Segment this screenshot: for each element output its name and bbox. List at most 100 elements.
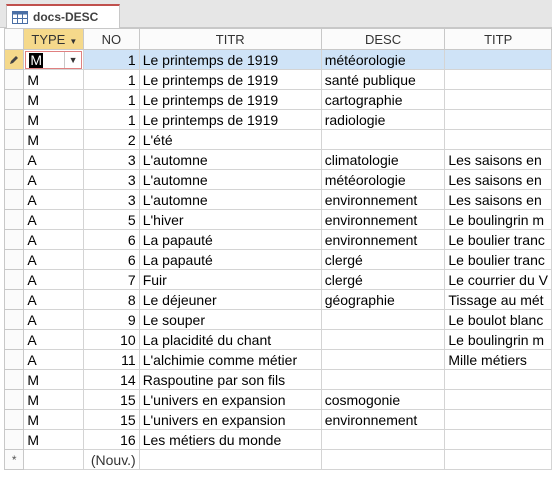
chevron-down-icon[interactable]: ▼: [64, 51, 81, 68]
titr-cell[interactable]: La papauté: [138, 249, 322, 270]
no-cell[interactable]: 14: [83, 369, 140, 390]
type-cell[interactable]: M: [23, 429, 85, 450]
desc-cell[interactable]: météorologie: [320, 169, 446, 190]
titr-cell[interactable]: L'alchimie comme métier: [138, 349, 322, 370]
titp-cell[interactable]: Le boulier tranc: [444, 229, 552, 250]
desc-cell[interactable]: cosmogonie: [320, 389, 446, 410]
record-selector[interactable]: [3, 129, 25, 150]
record-selector[interactable]: [3, 389, 25, 410]
no-cell[interactable]: 8: [83, 289, 140, 310]
titp-cell[interactable]: [444, 89, 552, 110]
titp-cell[interactable]: Le courrier du V: [444, 269, 552, 290]
titp-cell[interactable]: [444, 49, 552, 70]
new-record-marker[interactable]: *: [3, 449, 25, 470]
desc-cell[interactable]: cartographie: [320, 89, 446, 110]
titp-cell[interactable]: Les saisons en: [444, 149, 552, 170]
type-cell[interactable]: A: [23, 149, 85, 170]
tab-docs-desc[interactable]: docs-DESC: [6, 4, 120, 28]
column-header-no[interactable]: NO: [83, 28, 140, 50]
record-selector[interactable]: [3, 329, 25, 350]
no-cell[interactable]: 3: [83, 149, 140, 170]
record-selector[interactable]: [3, 269, 25, 290]
titp-cell[interactable]: Les saisons en: [444, 169, 552, 190]
titr-cell[interactable]: Le printemps de 1919: [138, 89, 322, 110]
record-selector[interactable]: [3, 189, 25, 210]
record-selector[interactable]: [3, 49, 25, 70]
record-selector[interactable]: [3, 229, 25, 250]
titr-cell[interactable]: Les métiers du monde: [138, 429, 322, 450]
type-cell[interactable]: M: [23, 109, 85, 130]
record-selector[interactable]: [3, 429, 25, 450]
desc-cell[interactable]: santé publique: [320, 69, 446, 90]
titr-cell[interactable]: Le déjeuner: [138, 289, 322, 310]
type-combo-box[interactable]: M ▼: [25, 50, 83, 69]
no-cell[interactable]: 1: [83, 109, 140, 130]
type-cell[interactable]: A: [23, 169, 85, 190]
desc-cell[interactable]: [320, 429, 446, 450]
no-cell[interactable]: 3: [83, 189, 140, 210]
titp-cell[interactable]: [444, 129, 552, 150]
titp-cell[interactable]: [444, 449, 552, 470]
desc-cell[interactable]: [320, 449, 446, 470]
titr-cell[interactable]: La placidité du chant: [138, 329, 322, 350]
titr-cell[interactable]: L'hiver: [138, 209, 322, 230]
titp-cell[interactable]: Le boulot blanc: [444, 309, 552, 330]
titp-cell[interactable]: Le boulier tranc: [444, 249, 552, 270]
desc-cell[interactable]: [320, 129, 446, 150]
record-selector[interactable]: [3, 169, 25, 190]
type-cell[interactable]: A: [23, 189, 85, 210]
desc-cell[interactable]: météorologie: [320, 49, 446, 70]
no-cell[interactable]: 1: [83, 69, 140, 90]
no-cell[interactable]: 5: [83, 209, 140, 230]
titp-cell[interactable]: [444, 69, 552, 90]
type-cell[interactable]: M: [23, 89, 85, 110]
titp-cell[interactable]: Les saisons en: [444, 189, 552, 210]
no-cell[interactable]: 2: [83, 129, 140, 150]
desc-cell[interactable]: [320, 309, 446, 330]
type-cell[interactable]: A: [23, 309, 85, 330]
no-cell[interactable]: 1: [83, 49, 140, 70]
type-cell[interactable]: A: [23, 269, 85, 290]
titp-cell[interactable]: [444, 429, 552, 450]
desc-cell[interactable]: [320, 349, 446, 370]
filter-dropdown-icon[interactable]: ▼: [69, 37, 77, 46]
desc-cell[interactable]: radiologie: [320, 109, 446, 130]
desc-cell[interactable]: [320, 369, 446, 390]
desc-cell[interactable]: environnement: [320, 209, 446, 230]
type-cell[interactable]: M: [23, 129, 85, 150]
new-record-label[interactable]: (Nouv.): [83, 449, 140, 470]
titr-cell[interactable]: Le souper: [138, 309, 322, 330]
desc-cell[interactable]: climatologie: [320, 149, 446, 170]
no-cell[interactable]: 1: [83, 89, 140, 110]
titr-cell[interactable]: La papauté: [138, 229, 322, 250]
type-cell[interactable]: A: [23, 229, 85, 250]
titr-cell[interactable]: L'univers en expansion: [138, 409, 322, 430]
desc-cell[interactable]: environnement: [320, 229, 446, 250]
record-selector[interactable]: [3, 89, 25, 110]
desc-cell[interactable]: [320, 329, 446, 350]
type-cell[interactable]: A: [23, 209, 85, 230]
titr-cell[interactable]: [138, 449, 322, 470]
type-cell[interactable]: A: [23, 349, 85, 370]
no-cell[interactable]: 6: [83, 249, 140, 270]
titr-cell[interactable]: Le printemps de 1919: [138, 69, 322, 90]
record-selector[interactable]: [3, 289, 25, 310]
titp-cell[interactable]: [444, 389, 552, 410]
type-cell[interactable]: A: [23, 289, 85, 310]
no-cell[interactable]: 9: [83, 309, 140, 330]
type-cell[interactable]: M: [23, 409, 85, 430]
titp-cell[interactable]: Mille métiers: [444, 349, 552, 370]
desc-cell[interactable]: environnement: [320, 409, 446, 430]
titp-cell[interactable]: [444, 409, 552, 430]
column-header-titr[interactable]: TITR: [138, 28, 322, 50]
no-cell[interactable]: 11: [83, 349, 140, 370]
titr-cell[interactable]: Le printemps de 1919: [138, 49, 322, 70]
no-cell[interactable]: 3: [83, 169, 140, 190]
type-cell[interactable]: A: [23, 329, 85, 350]
column-header-type[interactable]: TYPE ▼: [23, 28, 85, 50]
record-selector[interactable]: [3, 109, 25, 130]
titr-cell[interactable]: Raspoutine par son fils: [138, 369, 322, 390]
titp-cell[interactable]: Tissage au mét: [444, 289, 552, 310]
type-cell[interactable]: M: [23, 69, 85, 90]
no-cell[interactable]: 15: [83, 409, 140, 430]
